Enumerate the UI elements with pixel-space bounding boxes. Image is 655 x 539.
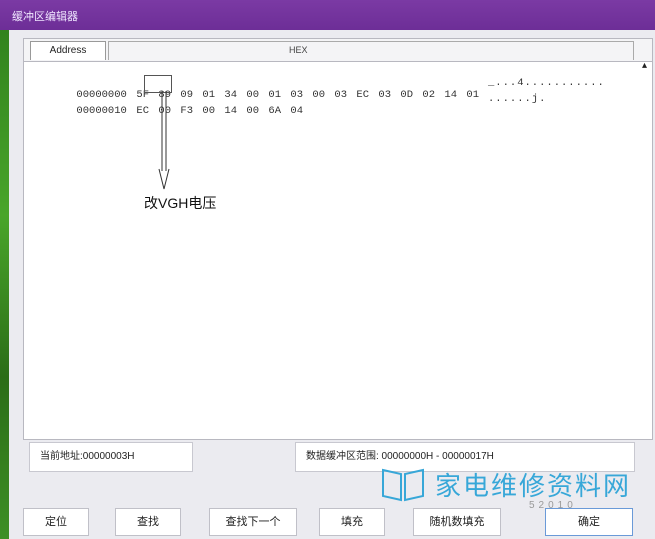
watermark-number: 52010 [529, 500, 577, 511]
hex-byte[interactable]: 00 [246, 105, 268, 117]
hex-data-area[interactable]: 00000000 5F 89 09 01 34 00 01 03 00 03 EC 03 0D 02 14 01… [24, 73, 652, 433]
background-strip [0, 0, 9, 539]
hex-byte[interactable]: 6A [268, 105, 290, 117]
watermark-text: 家电维修资料网 [435, 471, 632, 501]
find-next-button[interactable]: 查找下一个 [209, 508, 297, 536]
current-address-box: 当前地址:00000003H [29, 442, 193, 472]
hex-byte[interactable]: F3 [180, 105, 202, 117]
hex-editor-panel: Address HEX ▴ 00000000 5F 89 09 01 34 00 01 03 00… [23, 38, 653, 440]
hex-byte[interactable]: 14 [444, 89, 466, 101]
find-button[interactable]: 查找 [115, 508, 181, 536]
buffer-editor-dialog: Address HEX ▴ 00000000 5F 89 09 01 34 00 01 03 00… [9, 30, 655, 539]
hex-byte[interactable]: 03 [378, 89, 400, 101]
tab-address[interactable]: Address [30, 41, 106, 60]
scroll-arrow-icon[interactable]: ▴ [642, 61, 648, 71]
hex-byte[interactable]: EC [356, 89, 378, 101]
tab-hex[interactable]: HEX [108, 41, 634, 60]
column-header-bar: Address HEX [24, 39, 652, 62]
hex-byte[interactable]: 04 [290, 105, 312, 117]
ascii-row-0: _...4........... [488, 77, 605, 89]
tab-hex-label: HEX [289, 45, 308, 55]
hex-byte[interactable]: 00 [202, 105, 224, 117]
random-fill-button[interactable]: 随机数填充 [413, 508, 501, 536]
hex-byte[interactable]: 14 [224, 105, 246, 117]
hex-byte[interactable]: 00 [312, 89, 334, 101]
title-bar: 缓冲区编辑器 [0, 0, 655, 30]
annotation-label: 改VGH电压 [144, 195, 217, 211]
hex-byte[interactable]: 03 [334, 89, 356, 101]
fill-button[interactable]: 填充 [319, 508, 385, 536]
row-address: 00000010 [76, 105, 127, 117]
locate-button[interactable]: 定位 [23, 508, 89, 536]
hex-byte[interactable]: 01 [466, 89, 488, 101]
hex-byte[interactable]: 0D [400, 89, 422, 101]
hex-byte[interactable]: 02 [422, 89, 444, 101]
down-arrow-icon [158, 91, 170, 190]
hex-byte[interactable]: EC [136, 105, 158, 117]
ok-button[interactable]: 确定 [545, 508, 633, 536]
ascii-row-1: ......j. [488, 93, 547, 105]
watermark-logo-icon [382, 468, 424, 502]
watermark: 家电维修资料网 52010 [379, 464, 655, 511]
window-title: 缓冲区编辑器 [12, 11, 78, 23]
